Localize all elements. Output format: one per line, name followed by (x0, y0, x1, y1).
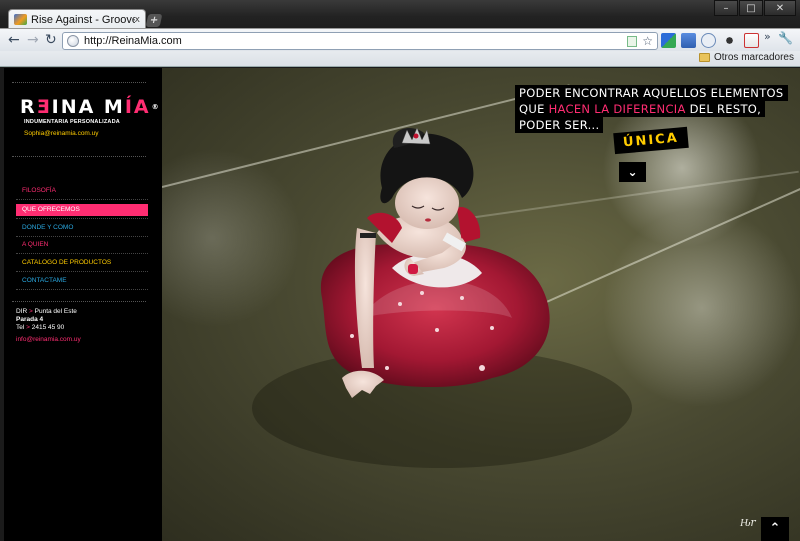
menu-label: DONDE Y COMO (22, 224, 74, 231)
registered-mark: ® (151, 103, 161, 111)
menu-separator (16, 271, 148, 272)
window-titlebar: Rise Against - Grooveshark x + – □ ✕ (0, 0, 800, 29)
menu-separator (16, 253, 148, 254)
logo-accent-letter: Ǝ (36, 96, 52, 118)
other-bookmarks-folder[interactable]: Otros marcadores (698, 52, 794, 63)
menu-item-filosofia[interactable]: FILOSOFÍA (16, 185, 148, 197)
site-sidebar (4, 68, 162, 541)
forward-button[interactable]: → (27, 32, 39, 48)
scroll-down-button[interactable]: ⌄ (619, 162, 646, 182)
new-tab-button[interactable]: + (145, 14, 163, 27)
reload-button[interactable]: ↻ (45, 32, 57, 48)
logo-letters: INA M (51, 96, 125, 118)
extension-bug-icon[interactable] (722, 33, 737, 48)
window-controls: – □ ✕ (714, 0, 796, 16)
globe-icon (67, 35, 79, 47)
address-line-parada: Parada 4 (16, 316, 44, 323)
address-bar[interactable]: http://ReinaMia.com ☆ (62, 32, 658, 50)
menu-item-catalogo[interactable]: CATALOGO DE PRODUCTOS (16, 257, 148, 269)
other-bookmarks-label: Otros marcadores (713, 52, 794, 63)
headline-line-3: PODER SER... (515, 117, 604, 133)
extension-wave-icon[interactable] (701, 33, 716, 48)
bookmarks-bar: Otros marcadores (0, 51, 800, 67)
scroll-up-button[interactable]: ⌃ (761, 517, 789, 541)
menu-item-donde-y-como[interactable]: DONDE Y COMO (16, 222, 148, 234)
browser-tab[interactable]: Rise Against - Grooveshark x (8, 9, 146, 29)
address-line-tel: Tel > 2415 45 90 (16, 324, 64, 331)
minimize-button[interactable]: – (714, 0, 738, 16)
queen-figure-illustration (252, 127, 632, 468)
close-window-button[interactable]: ✕ (764, 0, 796, 16)
tel-label: Tel (16, 324, 25, 331)
divider (12, 156, 146, 157)
maximize-button[interactable]: □ (739, 0, 763, 16)
grooveshark-favicon-icon (14, 14, 27, 25)
dir-value: Punta del Este (34, 308, 77, 315)
page-action-icon[interactable] (627, 35, 638, 47)
tel-value: 2415 45 90 (31, 324, 65, 331)
address-line-dir: DIR > Punta del Este (16, 308, 77, 315)
menu-separator (16, 199, 148, 200)
gmail-icon[interactable] (744, 33, 759, 48)
wrench-menu-icon[interactable]: 🔧 (778, 31, 793, 45)
hero-illustration (162, 68, 800, 541)
menu-item-contactame[interactable]: CONTACTAME (16, 275, 148, 287)
divider (12, 82, 146, 83)
menu-item-que-ofrecemos[interactable]: QUE OFRECEMOS (16, 204, 148, 216)
tab-title: Rise Against - Grooveshark (31, 13, 135, 26)
extension-translate-icon[interactable] (681, 33, 696, 48)
separator: > (26, 324, 30, 331)
menu-label: CATALOGO DE PRODUCTOS (22, 259, 112, 266)
tab-close-icon[interactable]: x (135, 15, 140, 25)
separator: > (29, 308, 33, 315)
headline-line-2: QUE HACEN LA DIFERENCIA DEL RESTO, (515, 101, 766, 117)
info-email-link[interactable]: info@reinamia.com.uy (16, 336, 81, 343)
menu-item-a-quien[interactable]: A QUIEN (16, 239, 148, 251)
menu-label: QUE OFRECEMOS (22, 206, 80, 213)
menu-label: CONTACTAME (22, 277, 67, 284)
reina-mia-logo[interactable]: R Ǝ INA M ÍA ® (20, 96, 161, 118)
divider (12, 301, 146, 302)
artist-signature: Ԋr (740, 516, 756, 529)
menu-separator (16, 289, 148, 290)
logo-letter: R (20, 96, 37, 118)
folder-icon (698, 53, 710, 62)
back-button[interactable]: ← (8, 32, 20, 48)
headline-accent: HACEN LA DIFERENCIA (548, 102, 686, 116)
extensions-overflow-button[interactable]: » (764, 30, 771, 43)
menu-label: FILOSOFÍA (22, 187, 56, 194)
headline-text: QUE (519, 102, 545, 116)
extension-google-icon[interactable] (661, 33, 676, 48)
menu-separator (16, 236, 148, 237)
logo-accent-letters: ÍA (124, 96, 151, 118)
contact-email-link[interactable]: Sophia@reinamia.com.uy (24, 130, 99, 137)
menu-label: A QUIEN (22, 241, 49, 248)
browser-toolbar: ← → ↻ http://ReinaMia.com ☆ » 🔧 (0, 28, 800, 51)
menu-separator (16, 218, 148, 219)
bookmark-star-icon[interactable]: ☆ (642, 34, 653, 48)
dir-label: DIR (16, 308, 28, 315)
tagline: INDUMENTARIA PERSONALIZADA (24, 119, 120, 125)
url-text[interactable]: http://ReinaMia.com (84, 35, 627, 47)
headline-line-1: PODER ENCONTRAR AQUELLOS ELEMENTOS (515, 85, 788, 101)
headline-text: DEL RESTO, (689, 102, 762, 116)
